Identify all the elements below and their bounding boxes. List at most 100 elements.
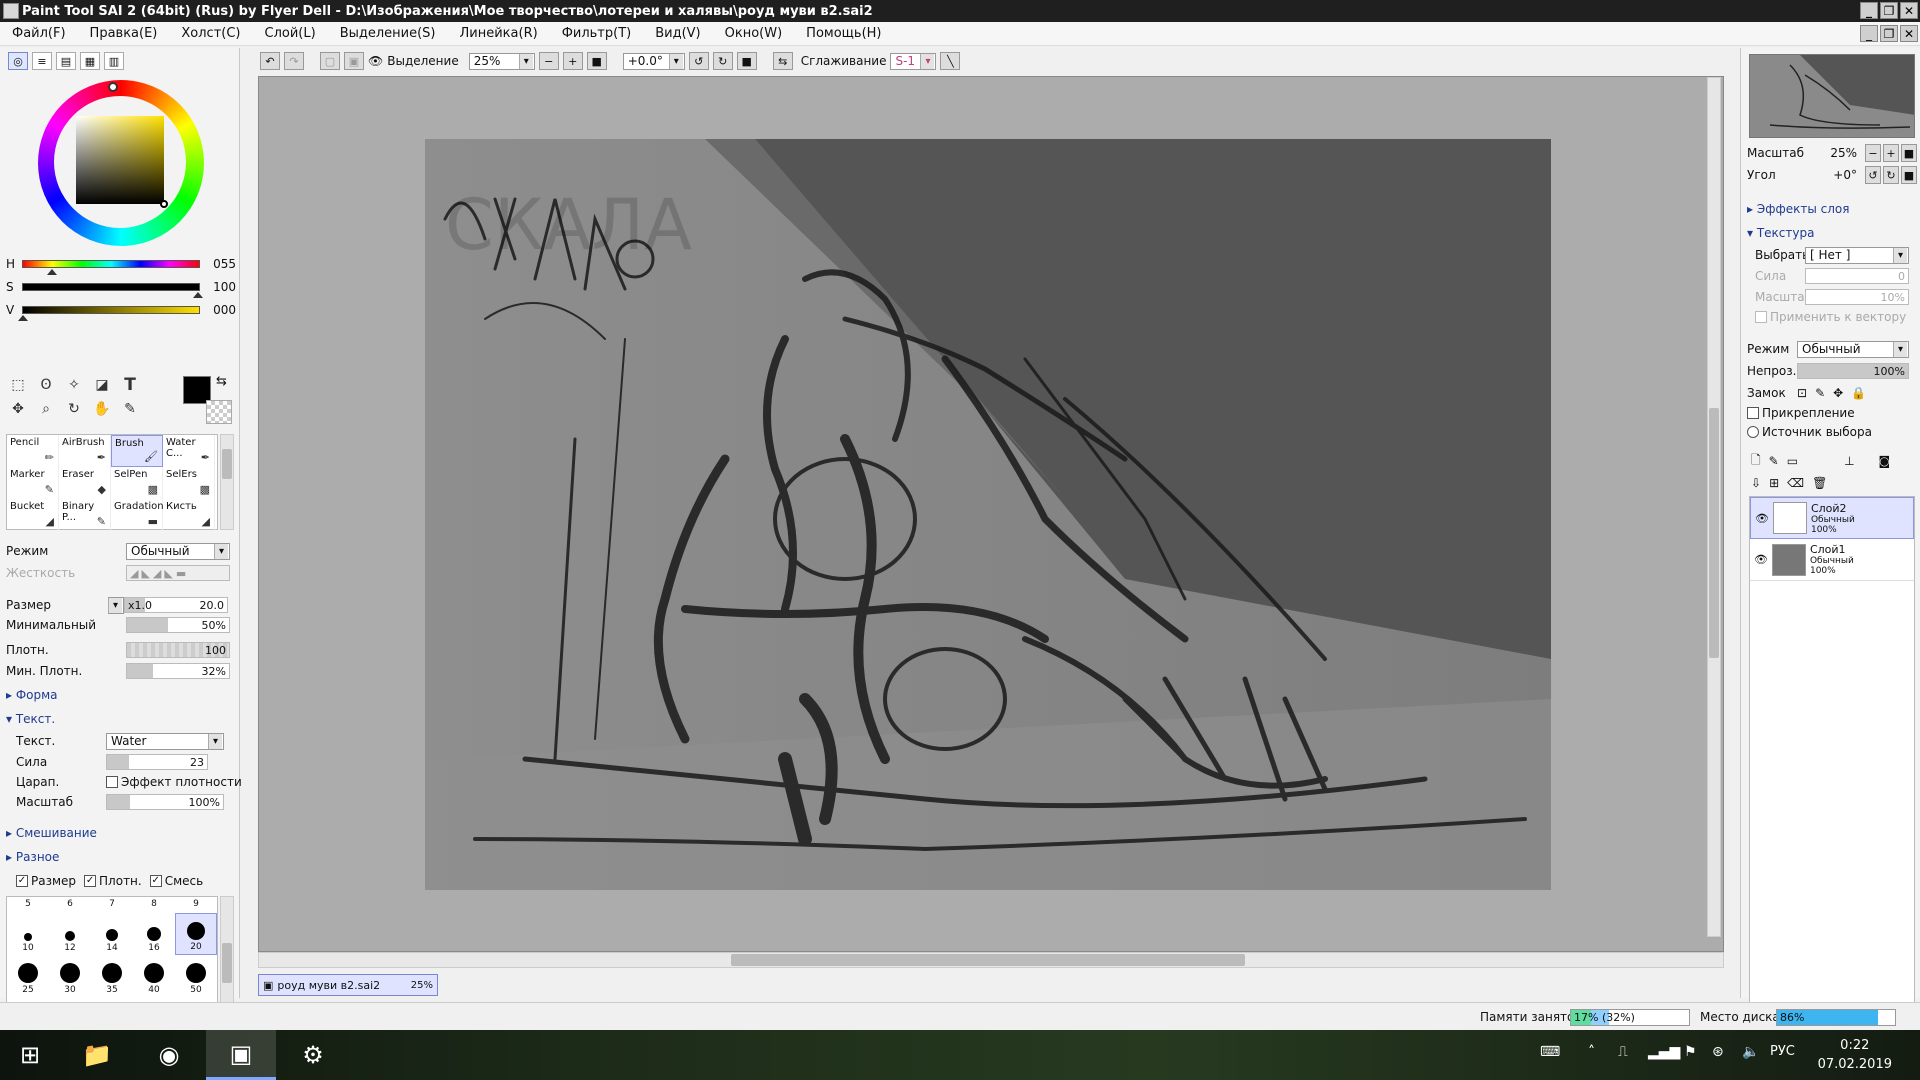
density-effect-checkbox[interactable] bbox=[106, 776, 118, 788]
layer-texture-section[interactable]: ▾ Текстура bbox=[1747, 226, 1814, 240]
tool-watercolor[interactable]: Water C... ✒ bbox=[163, 435, 215, 467]
close-button[interactable]: ✕ bbox=[1900, 2, 1918, 19]
rect-select-icon[interactable]: ⬚ bbox=[6, 374, 30, 396]
windows-start-icon[interactable]: ⊞ bbox=[0, 1030, 60, 1080]
layer-texture-scale[interactable]: 10% bbox=[1805, 289, 1909, 305]
menu-selection[interactable]: Выделение(S) bbox=[328, 26, 448, 41]
tool-custom-brush[interactable]: Кисть ◢ bbox=[163, 499, 215, 531]
menu-window[interactable]: Окно(W) bbox=[713, 26, 795, 41]
canvas-viewport[interactable]: СКАЛА bbox=[258, 76, 1724, 952]
clipping-checkbox[interactable] bbox=[1747, 407, 1759, 419]
brush-size-10[interactable]: 10 bbox=[7, 913, 49, 955]
lasso-icon[interactable]: ʘ bbox=[34, 374, 58, 396]
color-wheel-tab-icon[interactable]: ◎ bbox=[8, 52, 28, 70]
nav-rotate-right-icon[interactable]: ↻ bbox=[1883, 166, 1899, 184]
layer-item[interactable]: 👁 Слой1 Обычный 100% bbox=[1750, 539, 1914, 581]
menu-view[interactable]: Вид(V) bbox=[643, 26, 712, 41]
menu-layer[interactable]: Слой(L) bbox=[253, 26, 328, 41]
eyedropper-icon[interactable]: ✎ bbox=[118, 398, 142, 420]
tray-app-icon[interactable]: ⊛ bbox=[1712, 1044, 1724, 1060]
menu-canvas[interactable]: Холст(C) bbox=[169, 26, 252, 41]
layer-item[interactable]: 👁 Слой2 Обычный 100% bbox=[1750, 497, 1914, 539]
nav-zoom-in-icon[interactable]: + bbox=[1883, 144, 1899, 162]
selection-source-checkbox[interactable] bbox=[1747, 426, 1759, 438]
texture-scale-field[interactable]: 100% bbox=[106, 794, 224, 810]
new-layer-icon[interactable]: 🗋 bbox=[1751, 451, 1761, 472]
artwork-canvas[interactable]: СКАЛА bbox=[425, 139, 1551, 890]
new-linework-layer-icon[interactable]: ✎ bbox=[1769, 454, 1779, 468]
menu-file[interactable]: Файл(F) bbox=[0, 26, 78, 41]
layer-blend-mode-select[interactable]: Обычный bbox=[1797, 340, 1909, 358]
lock-all-icon[interactable]: 🔒 bbox=[1851, 386, 1866, 400]
zoom-out-icon[interactable]: − bbox=[538, 52, 559, 70]
brush-size-50[interactable]: 50 bbox=[175, 955, 217, 997]
redo-icon[interactable]: ↷ bbox=[284, 52, 304, 70]
invert-selection-icon[interactable]: ▣ bbox=[344, 52, 364, 70]
lock-paint-icon[interactable]: ✎ bbox=[1815, 386, 1825, 400]
scratchpad-tab-icon[interactable]: ▥ bbox=[104, 52, 124, 70]
zoom-in-icon[interactable]: + bbox=[562, 52, 583, 70]
nav-zoom-reset-icon[interactable]: ■ bbox=[1901, 144, 1917, 162]
layer-texture-strength[interactable]: 0 bbox=[1805, 268, 1909, 284]
brush-size-field[interactable]: x1.0 20.0 bbox=[124, 597, 228, 613]
new-folder-icon[interactable]: ▭ bbox=[1787, 454, 1798, 468]
tool-selers[interactable]: SelErs ▩ bbox=[163, 467, 215, 499]
zoom-icon[interactable]: ⌕ bbox=[34, 398, 58, 420]
tool-pencil[interactable]: Pencil ✏ bbox=[7, 435, 59, 467]
brush-size-25[interactable]: 25 bbox=[7, 955, 49, 997]
undo-icon[interactable]: ↶ bbox=[260, 52, 280, 70]
rotate-right-icon[interactable]: ↻ bbox=[712, 52, 733, 70]
hsv-slider-tab-icon[interactable]: ▤ bbox=[56, 52, 76, 70]
smoothing-select[interactable]: S-1 bbox=[890, 52, 937, 70]
shape-icon[interactable]: ◪ bbox=[90, 374, 114, 396]
flip-horizontal-icon[interactable]: ⇆ bbox=[772, 52, 793, 70]
sv-knob[interactable] bbox=[160, 200, 168, 208]
rotate-left-icon[interactable]: ↺ bbox=[688, 52, 709, 70]
menu-help[interactable]: Помощь(H) bbox=[794, 26, 893, 41]
menu-ruler[interactable]: Линейка(R) bbox=[448, 26, 550, 41]
document-tab[interactable]: ▣ роуд муви в2.sai2 25% bbox=[258, 974, 438, 996]
blend-section[interactable]: ▸ Смешивание bbox=[6, 826, 97, 840]
brush-mode-select[interactable]: Обычный bbox=[126, 542, 230, 560]
swatches-tab-icon[interactable]: ▦ bbox=[80, 52, 100, 70]
keyboard-icon[interactable]: ⌨ bbox=[1540, 1044, 1560, 1060]
selection-visibility-icon[interactable]: 👁 bbox=[368, 54, 383, 68]
zoom-select[interactable]: 25% bbox=[468, 52, 535, 70]
tool-marker[interactable]: Marker ✎ bbox=[7, 467, 59, 499]
min-size-field[interactable]: 50% bbox=[126, 617, 230, 633]
mdi-minimize-button[interactable]: _ bbox=[1860, 25, 1878, 42]
canvas-vertical-scrollbar[interactable] bbox=[1707, 77, 1721, 937]
steam-icon[interactable]: ⚙ bbox=[278, 1030, 348, 1080]
layer-visibility-eye-icon[interactable]: 👁 bbox=[1755, 512, 1769, 525]
action-center-flag-icon[interactable]: ⚑ bbox=[1684, 1044, 1697, 1060]
tool-selpen[interactable]: SelPen ▩ bbox=[111, 467, 163, 499]
chrome-icon[interactable]: ◉ bbox=[134, 1030, 204, 1080]
layer-opacity-field[interactable]: 100% bbox=[1797, 363, 1909, 379]
show-hidden-icons-icon[interactable]: ˄ bbox=[1588, 1044, 1595, 1060]
move-icon[interactable]: ✥ bbox=[6, 398, 30, 420]
merge-layer-icon[interactable]: ⊥ bbox=[1844, 454, 1854, 468]
nav-rotate-left-icon[interactable]: ↺ bbox=[1865, 166, 1881, 184]
magic-wand-icon[interactable]: ✧ bbox=[62, 374, 86, 396]
hand-icon[interactable]: ✋ bbox=[90, 398, 114, 420]
brush-size-35[interactable]: 35 bbox=[91, 955, 133, 997]
tool-brush[interactable]: Brush 🖌 bbox=[111, 435, 163, 467]
size-pressure-checkbox[interactable]: ✓ bbox=[16, 875, 28, 887]
density-field[interactable]: 100 bbox=[126, 642, 230, 658]
hue-slider[interactable]: H 055 bbox=[6, 254, 236, 275]
texture-select[interactable]: Water bbox=[106, 732, 224, 750]
zoom-reset-icon[interactable]: ■ bbox=[586, 52, 607, 70]
rotate-reset-icon[interactable]: ■ bbox=[736, 52, 757, 70]
navigator-preview[interactable] bbox=[1749, 54, 1915, 138]
saturation-slider[interactable]: S 100 bbox=[6, 277, 236, 298]
rotate-icon[interactable]: ↻ bbox=[62, 398, 86, 420]
clear-layer-icon[interactable]: ⌫ bbox=[1787, 476, 1804, 490]
text-tool-icon[interactable]: T bbox=[118, 374, 142, 396]
blend-pressure-checkbox[interactable]: ✓ bbox=[149, 875, 162, 887]
menu-edit[interactable]: Правка(E) bbox=[78, 26, 170, 41]
layer-visibility-eye-icon[interactable]: 👁 bbox=[1754, 553, 1768, 566]
file-explorer-icon[interactable]: 📁 bbox=[62, 1030, 132, 1080]
min-density-field[interactable]: 32% bbox=[126, 663, 230, 679]
transfer-down-icon[interactable]: ⇩ bbox=[1751, 476, 1761, 490]
device-icon[interactable]: ⎍ bbox=[1618, 1044, 1628, 1060]
